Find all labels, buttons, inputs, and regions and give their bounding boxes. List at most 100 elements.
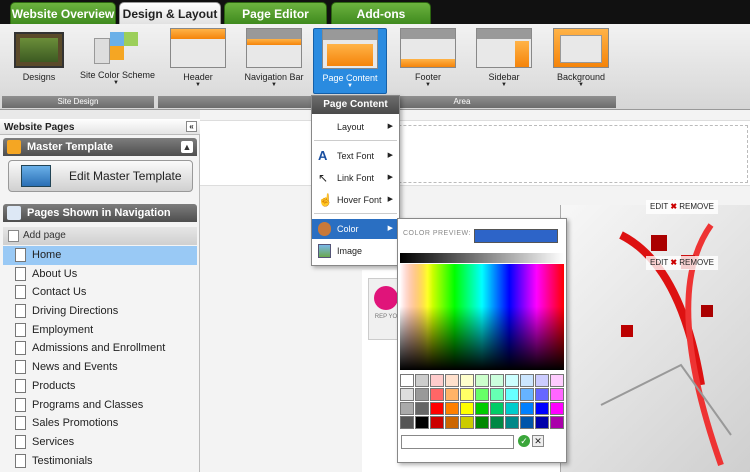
color-swatch[interactable] — [415, 388, 429, 401]
menu-item-hover-font[interactable]: ☝ Hover Font ▶ — [312, 190, 399, 210]
color-swatch[interactable] — [520, 388, 534, 401]
color-swatch[interactable] — [460, 416, 474, 429]
list-item[interactable]: Programs and Classes — [3, 396, 197, 415]
header-region[interactable] — [200, 120, 750, 186]
menu-item-image[interactable]: Image — [312, 241, 399, 261]
edit-master-template-button[interactable]: Edit Master Template — [8, 160, 193, 192]
color-swatch[interactable] — [490, 416, 504, 429]
color-swatch[interactable] — [505, 374, 519, 387]
color-swatch[interactable] — [430, 388, 444, 401]
list-item[interactable]: About Us — [3, 265, 197, 284]
color-swatch[interactable] — [505, 402, 519, 415]
grayscale-bar[interactable] — [400, 253, 564, 263]
page-name: Driving Directions — [32, 305, 119, 318]
list-item[interactable]: Sales Promotions — [3, 414, 197, 433]
color-swatch[interactable] — [550, 388, 564, 401]
chevron-right-icon: ▶ — [387, 123, 393, 130]
sidebar-button[interactable]: Sidebar ▼ — [472, 28, 536, 89]
edit-link[interactable]: EDIT — [650, 202, 668, 211]
color-swatch[interactable] — [490, 402, 504, 415]
menu-item-link-font[interactable]: ↖ Link Font ▶ — [312, 168, 399, 188]
color-swatch[interactable] — [460, 402, 474, 415]
edit-link[interactable]: EDIT — [650, 258, 668, 267]
list-item[interactable]: Testimonials — [3, 452, 197, 471]
confirm-icon[interactable]: ✓ — [518, 435, 530, 447]
page-icon — [15, 341, 26, 356]
page-name: Employment — [32, 323, 94, 336]
color-spectrum[interactable] — [400, 264, 564, 370]
color-swatch[interactable] — [475, 416, 489, 429]
color-swatch[interactable] — [400, 388, 414, 401]
hex-color-input[interactable] — [401, 435, 514, 449]
page-content-button[interactable]: Page Content ▼ — [313, 28, 387, 94]
color-swatch[interactable] — [415, 402, 429, 415]
color-swatch[interactable] — [400, 416, 414, 429]
color-swatch[interactable] — [400, 402, 414, 415]
list-item[interactable]: Contact Us — [3, 283, 197, 302]
color-swatch[interactable] — [520, 416, 534, 429]
tab-website-overview[interactable]: Website Overview — [10, 2, 116, 24]
list-item[interactable]: Services — [3, 433, 197, 452]
color-swatch[interactable] — [430, 374, 444, 387]
color-swatch[interactable] — [535, 374, 549, 387]
color-swatch[interactable] — [460, 374, 474, 387]
list-item[interactable]: News and Events — [3, 358, 197, 377]
color-swatch[interactable] — [415, 374, 429, 387]
menu-item-color[interactable]: Color ▶ — [312, 219, 399, 239]
color-swatch[interactable] — [400, 374, 414, 387]
color-swatch[interactable] — [445, 416, 459, 429]
color-swatch[interactable] — [490, 388, 504, 401]
menu-item-label: Hover Font — [337, 195, 382, 205]
color-swatch[interactable] — [505, 388, 519, 401]
page-icon — [15, 397, 26, 412]
page-icon — [15, 434, 26, 449]
tab-design-layout[interactable]: Design & Layout — [119, 2, 221, 25]
remove-link[interactable]: REMOVE — [679, 202, 714, 211]
color-swatch[interactable] — [430, 402, 444, 415]
color-swatch[interactable] — [550, 374, 564, 387]
collapse-panel-icon[interactable]: « — [186, 121, 197, 132]
list-item[interactable]: Admissions and Enrollment — [3, 339, 197, 358]
color-swatch[interactable] — [535, 402, 549, 415]
color-swatch[interactable] — [505, 416, 519, 429]
list-item[interactable]: Home — [3, 246, 197, 265]
list-item[interactable]: Employment — [3, 321, 197, 340]
hand-pointer-icon: ☝ — [318, 193, 333, 207]
color-swatch[interactable] — [445, 374, 459, 387]
color-swatch[interactable] — [475, 388, 489, 401]
page-icon — [15, 360, 26, 375]
color-swatch[interactable] — [475, 402, 489, 415]
list-item[interactable]: Products — [3, 377, 197, 396]
background-button[interactable]: Background ▼ — [548, 28, 614, 89]
color-swatch[interactable] — [460, 388, 474, 401]
collapse-section-icon[interactable]: ▲ — [181, 141, 193, 153]
site-color-scheme-button[interactable]: Site Color Scheme ▼ — [80, 28, 155, 87]
color-swatch[interactable] — [535, 388, 549, 401]
tab-add-ons[interactable]: Add-ons — [331, 2, 431, 24]
color-swatch[interactable] — [415, 416, 429, 429]
list-item[interactable]: Driving Directions — [3, 302, 197, 321]
menu-item-layout[interactable]: Layout ▶ — [312, 117, 399, 137]
navigation-bar-button[interactable]: Navigation Bar ▼ — [240, 28, 308, 89]
chevron-down-icon: ▼ — [425, 82, 431, 88]
close-icon[interactable]: ✕ — [532, 435, 544, 447]
color-swatch[interactable] — [520, 374, 534, 387]
tab-page-editor[interactable]: Page Editor — [224, 2, 327, 24]
color-swatch[interactable] — [445, 402, 459, 415]
color-swatch[interactable] — [550, 402, 564, 415]
page-icon — [15, 304, 26, 319]
remove-link[interactable]: REMOVE — [679, 258, 714, 267]
header-button[interactable]: Header ▼ — [165, 28, 231, 89]
color-swatch[interactable] — [535, 416, 549, 429]
color-swatch[interactable] — [445, 388, 459, 401]
color-swatch[interactable] — [475, 374, 489, 387]
color-swatch[interactable] — [550, 416, 564, 429]
designs-button[interactable]: Designs — [4, 28, 74, 82]
footer-label: Footer — [414, 72, 441, 82]
footer-button[interactable]: Footer ▼ — [396, 28, 460, 89]
menu-item-text-font[interactable]: A Text Font ▶ — [312, 146, 399, 166]
color-swatch[interactable] — [490, 374, 504, 387]
color-swatch[interactable] — [520, 402, 534, 415]
color-swatch[interactable] — [430, 416, 444, 429]
add-page-button[interactable]: Add page — [3, 227, 197, 245]
